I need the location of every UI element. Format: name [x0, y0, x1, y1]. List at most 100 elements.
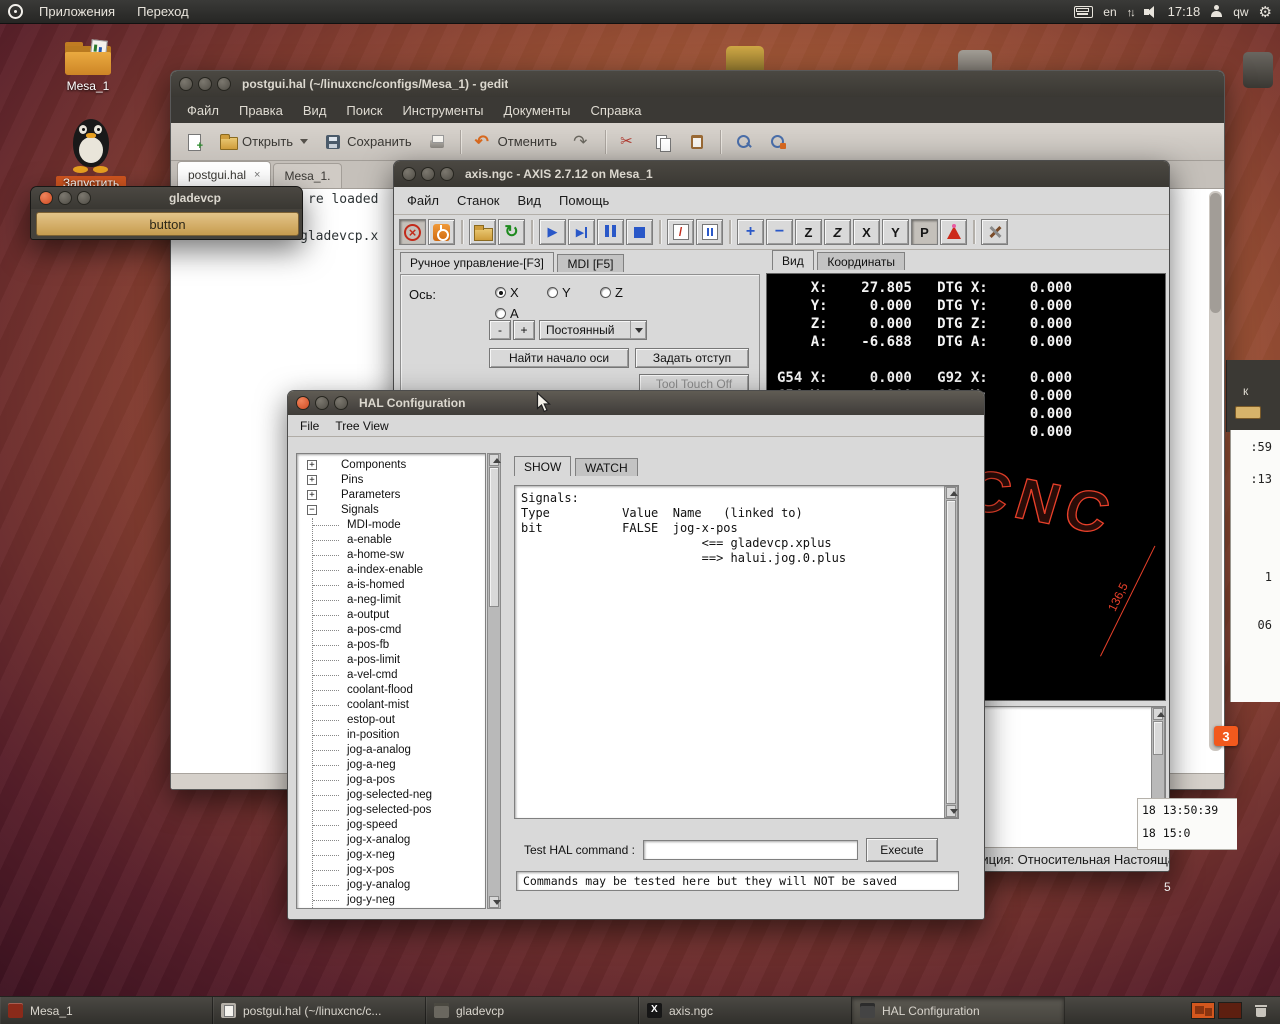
tree-node-signal[interactable]: coolant-flood [313, 683, 485, 698]
axis-radio-z[interactable]: Z [600, 285, 623, 300]
menu-item[interactable]: Вид [293, 99, 337, 122]
scroll-up-icon[interactable] [946, 487, 956, 499]
scroll-up-icon[interactable] [489, 454, 499, 466]
tree-node-signal[interactable]: jog-speed [313, 818, 485, 833]
expand-icon[interactable]: + [307, 460, 317, 470]
tree-node-signal[interactable]: a-output [313, 608, 485, 623]
trash-icon[interactable] [1248, 997, 1274, 1024]
machine-power-button[interactable] [428, 219, 455, 245]
menu-item[interactable]: Tree View [327, 416, 396, 436]
tree-node-signal[interactable]: MDI-mode [313, 518, 485, 533]
tab-manual-control[interactable]: Ручное управление-[F3] [400, 252, 554, 272]
save-button[interactable]: Сохранить [318, 129, 418, 155]
desktop-icon-mesa1[interactable]: Mesa_1 [58, 40, 118, 93]
clock[interactable]: 17:18 [1168, 4, 1201, 19]
tree-node-signals[interactable]: −Signals [301, 503, 485, 518]
menu-item[interactable]: Станок [448, 188, 509, 213]
open-file-button[interactable] [469, 219, 496, 245]
username-label[interactable]: qw [1233, 5, 1248, 19]
cut-button[interactable] [614, 129, 644, 155]
pause-button[interactable] [597, 219, 624, 245]
menu-item[interactable]: Вид [509, 188, 551, 213]
axis-radio-y[interactable]: Y [547, 285, 571, 300]
machine-settings-button[interactable] [981, 219, 1008, 245]
tree-node-signal[interactable]: a-is-homed [313, 578, 485, 593]
tree-node-signal[interactable]: jog-x-neg [313, 848, 485, 863]
minimize-button[interactable] [315, 396, 329, 410]
jog-minus-button[interactable]: - [489, 320, 511, 340]
tree-node-signal[interactable]: a-neg-limit [313, 593, 485, 608]
hal-tree[interactable]: +Components +Pins +Parameters −Signals M… [296, 453, 486, 909]
hal-output[interactable]: Signals:Type Value Name (linked to)bit F… [514, 485, 959, 819]
keyboard-indicator-icon[interactable] [1074, 6, 1093, 18]
close-button[interactable] [296, 396, 310, 410]
tree-node-signal[interactable]: in-position [313, 728, 485, 743]
taskbar-item[interactable]: postgui.hal (~/linuxcnc/c... [213, 997, 426, 1024]
scroll-down-icon[interactable] [489, 896, 499, 908]
tree-node-signal[interactable]: a-pos-limit [313, 653, 485, 668]
scrollbar-thumb[interactable] [489, 467, 499, 607]
hal-titlebar[interactable]: HAL Configuration [288, 391, 984, 415]
gladevcp-button[interactable]: button [36, 212, 299, 236]
volume-icon[interactable] [1144, 6, 1158, 18]
undo-button[interactable]: Отменить [469, 129, 563, 155]
axis-radio-a[interactable]: A [495, 306, 519, 321]
taskbar-item[interactable]: axis.ngc [639, 997, 852, 1024]
tree-node-signal[interactable]: a-pos-fb [313, 638, 485, 653]
taskbar-item[interactable]: gladevcp [426, 997, 639, 1024]
menu-item[interactable]: Файл [177, 99, 229, 122]
tree-scrollbar[interactable] [487, 453, 501, 909]
tree-node-signal[interactable]: jog-x-analog [313, 833, 485, 848]
tree-node-signal[interactable]: jog-a-pos [313, 773, 485, 788]
gedit-titlebar[interactable]: postgui.hal (~/linuxcnc/configs/Mesa_1) … [171, 71, 1224, 97]
copy-button[interactable] [648, 129, 678, 155]
zoom-in-button[interactable] [737, 219, 764, 245]
minimize-button[interactable] [58, 191, 72, 205]
minimize-button[interactable] [198, 77, 212, 91]
execute-button[interactable]: Execute [866, 838, 938, 862]
taskbar-item[interactable]: Mesa_1 [0, 997, 213, 1024]
background-terminal-fragment[interactable]: :59:13106 [1230, 430, 1280, 702]
new-document-button[interactable] [179, 129, 209, 155]
scrollbar-thumb[interactable] [946, 500, 956, 804]
close-button[interactable] [39, 191, 53, 205]
tab-mdi[interactable]: MDI [F5] [557, 254, 623, 272]
ubuntu-logo-icon[interactable] [8, 4, 23, 19]
session-gear-icon[interactable] [1259, 3, 1272, 21]
maximize-button[interactable] [440, 167, 454, 181]
axis-radio-x[interactable]: X [495, 285, 519, 300]
view-rotated-top-button[interactable]: Z [824, 219, 851, 245]
tree-node-signal[interactable]: a-enable [313, 533, 485, 548]
scroll-up-icon[interactable] [1153, 708, 1163, 720]
expand-icon[interactable]: + [307, 490, 317, 500]
scrollbar-thumb[interactable] [1210, 193, 1221, 313]
tree-node-components[interactable]: +Components [301, 458, 485, 473]
clear-live-plot-button[interactable] [940, 219, 967, 245]
skip-lines-toggle[interactable] [667, 219, 694, 245]
workspace-1[interactable] [1191, 1002, 1215, 1019]
menu-item[interactable]: Документы [494, 99, 581, 122]
estop-button[interactable] [399, 219, 426, 245]
menu-item[interactable]: Файл [398, 188, 448, 213]
reload-button[interactable] [498, 219, 525, 245]
tree-node-signal[interactable]: a-home-sw [313, 548, 485, 563]
tree-node-signal[interactable]: jog-a-analog [313, 743, 485, 758]
network-arrows-icon[interactable] [1127, 4, 1134, 19]
background-window-fragment[interactable]: к [1226, 360, 1280, 432]
taskbar-item[interactable]: HAL Configuration [852, 997, 1065, 1024]
view-front-button[interactable]: Y [882, 219, 909, 245]
menu-item[interactable]: Помощь [550, 188, 618, 213]
find-button[interactable] [729, 129, 759, 155]
tree-node-signal[interactable]: coolant-mist [313, 698, 485, 713]
tab-watch[interactable]: WATCH [575, 458, 638, 476]
workspace-switcher[interactable] [1185, 997, 1248, 1024]
expand-icon[interactable]: + [307, 475, 317, 485]
tab-postgui-hal[interactable]: postgui.hal× [177, 161, 271, 188]
tree-node-signal[interactable]: jog-selected-pos [313, 803, 485, 818]
tree-node-signal[interactable]: jog-y-neg [313, 893, 485, 908]
close-button[interactable] [402, 167, 416, 181]
user-icon[interactable] [1210, 5, 1223, 18]
minimize-button[interactable] [421, 167, 435, 181]
home-axis-button[interactable]: Найти начало оси [489, 348, 629, 368]
run-button[interactable] [539, 219, 566, 245]
